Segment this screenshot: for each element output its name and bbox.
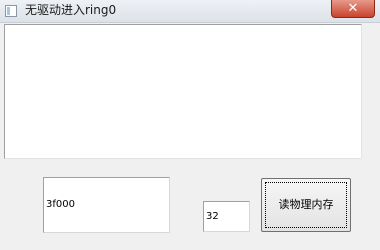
address-input[interactable]: 3f000 xyxy=(43,177,170,233)
read-button-label: 读物理内存 xyxy=(278,198,334,211)
window-title: 无驱动进入ring0 xyxy=(25,3,117,17)
app-icon xyxy=(5,5,17,17)
close-icon: ✕ xyxy=(347,1,359,16)
output-textarea[interactable] xyxy=(4,24,362,159)
title-bar[interactable]: 无驱动进入ring0 ✕ xyxy=(0,0,380,23)
main-window: 无驱动进入ring0 ✕ 3f000 32 读物理内存 xyxy=(0,0,380,250)
length-input[interactable]: 32 xyxy=(203,201,250,232)
close-button[interactable]: ✕ xyxy=(331,0,375,18)
read-physical-memory-button[interactable]: 读物理内存 xyxy=(261,178,351,232)
